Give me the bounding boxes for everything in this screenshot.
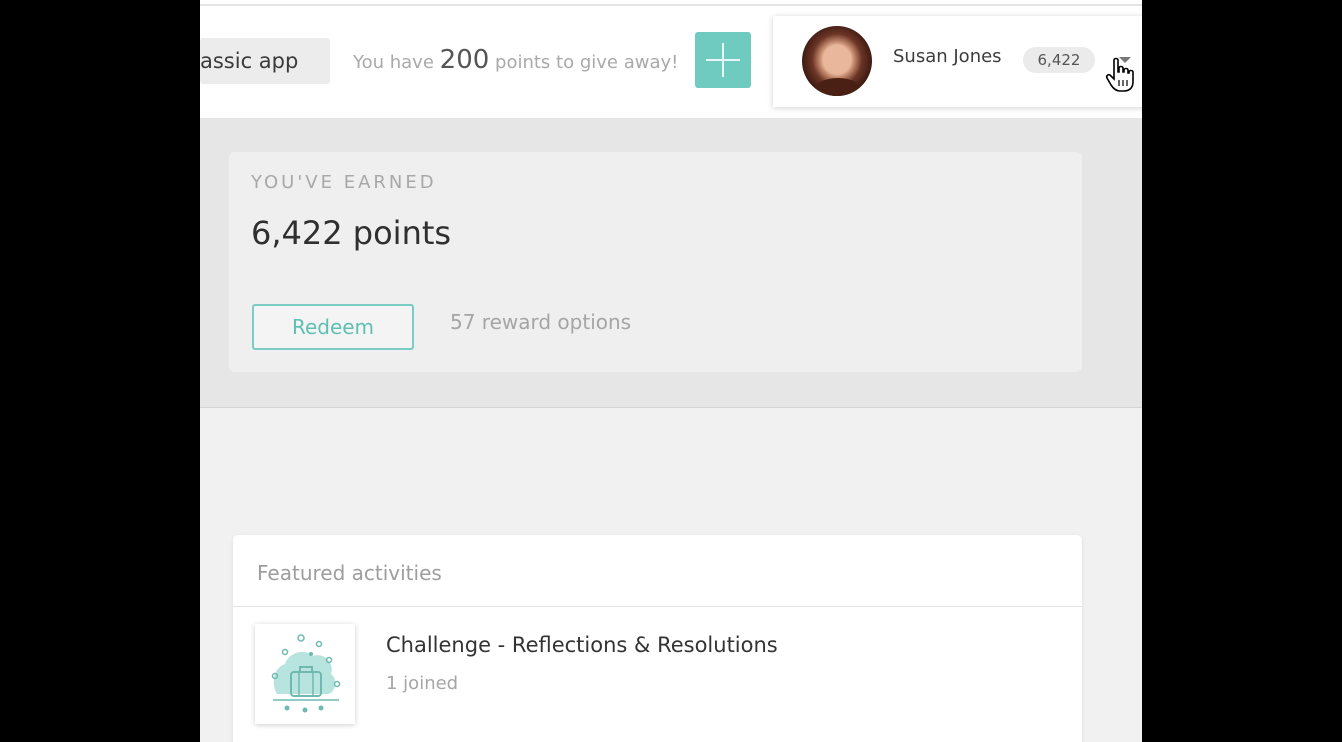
earned-section: YOU'VE EARNED 6,422 points Redeem 57 rew… <box>200 118 1142 408</box>
hand-cursor-icon <box>1105 57 1134 92</box>
give-suffix: points to give away! <box>495 52 679 73</box>
earned-card: YOU'VE EARNED 6,422 points Redeem 57 rew… <box>229 152 1082 372</box>
user-name: Susan Jones <box>893 46 1002 67</box>
app-viewport: assic app You have 200 points to give aw… <box>200 0 1142 742</box>
suitcase-icon <box>271 634 341 713</box>
featured-title: Featured activities <box>257 561 442 585</box>
user-menu[interactable]: Susan Jones 6,422 <box>773 16 1142 107</box>
give-prefix: You have <box>353 52 434 73</box>
earned-label: YOU'VE EARNED <box>251 172 437 193</box>
activity-thumbnail[interactable] <box>255 624 355 724</box>
classic-app-button[interactable]: assic app <box>200 38 330 84</box>
give-points-button[interactable] <box>695 32 751 88</box>
give-points-count: 200 <box>439 45 490 75</box>
featured-divider <box>233 606 1082 607</box>
user-points-badge: 6,422 <box>1023 47 1095 73</box>
featured-activities-card: Featured activities Challenge - Reflecti… <box>233 535 1082 742</box>
avatar[interactable] <box>802 26 872 96</box>
earned-points: 6,422 points <box>251 214 452 252</box>
activity-joined-count: 1 joined <box>386 673 459 694</box>
redeem-button[interactable]: Redeem <box>252 304 414 350</box>
activity-title[interactable]: Challenge - Reflections & Resolutions <box>386 633 778 657</box>
points-to-give-message: You have 200 points to give away! <box>353 38 678 82</box>
reward-options-link[interactable]: 57 reward options <box>450 310 631 334</box>
top-divider <box>200 4 1142 6</box>
